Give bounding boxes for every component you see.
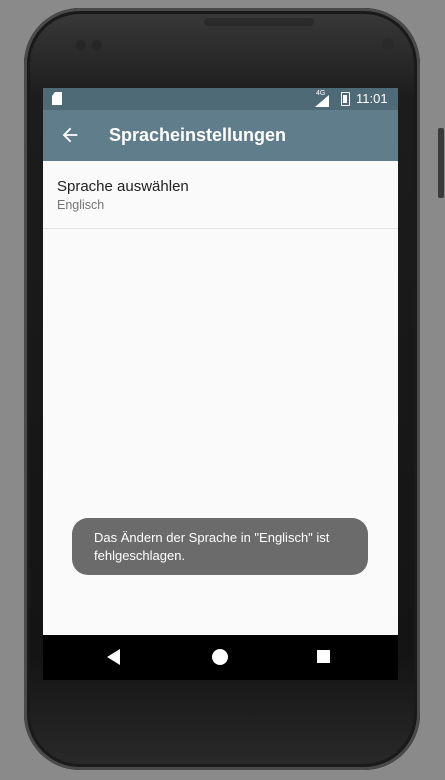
device-screen: 4G 11:01 Spracheinstellungen Sprache aus… bbox=[43, 88, 398, 680]
nav-recents-icon[interactable] bbox=[317, 650, 330, 663]
bottom-speaker bbox=[194, 746, 300, 754]
power-button[interactable] bbox=[438, 128, 444, 198]
front-camera bbox=[382, 38, 394, 50]
preference-title: Sprache auswählen bbox=[57, 178, 189, 195]
preference-item-select-language[interactable]: Sprache auswählen Englisch bbox=[43, 161, 398, 229]
proximity-sensor bbox=[76, 40, 86, 50]
preference-summary: Englisch bbox=[57, 198, 105, 212]
nav-home-icon[interactable] bbox=[212, 649, 228, 665]
status-bar: 4G 11:01 bbox=[43, 88, 398, 110]
navigation-bar bbox=[43, 635, 398, 680]
light-sensor bbox=[92, 40, 102, 50]
earpiece-speaker bbox=[204, 18, 314, 26]
sd-card-icon bbox=[52, 92, 62, 105]
toast-message: Das Ändern der Sprache in "Englisch" ist… bbox=[72, 518, 368, 575]
network-type-label: 4G bbox=[316, 90, 326, 97]
nav-back-icon[interactable] bbox=[107, 649, 120, 665]
battery-charging-icon bbox=[341, 92, 350, 106]
page-title: Spracheinstellungen bbox=[109, 125, 287, 145]
app-toolbar: Spracheinstellungen bbox=[43, 110, 398, 161]
status-time: 11:01 bbox=[356, 91, 388, 106]
arrow-back-icon[interactable] bbox=[59, 124, 81, 146]
